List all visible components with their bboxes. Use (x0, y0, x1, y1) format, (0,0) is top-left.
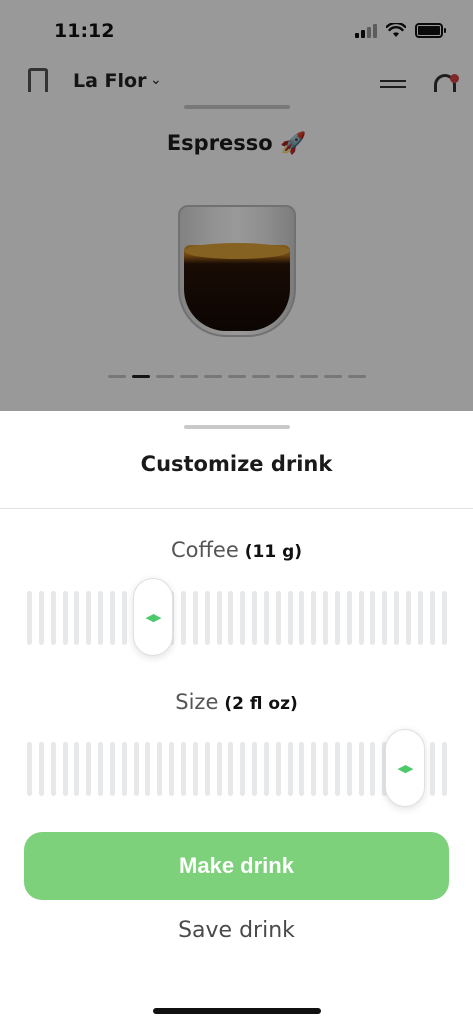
slider-tick (204, 742, 210, 796)
slider-tick (86, 591, 92, 645)
slider-tick (311, 591, 317, 645)
slider-tick (192, 742, 198, 796)
slider-tick (346, 591, 352, 645)
slider-tick (121, 742, 127, 796)
slider-arrows-icon: ◀▶ (145, 610, 162, 624)
slider-tick (311, 742, 317, 796)
slider-tick (145, 742, 151, 796)
slider-tick (429, 591, 435, 645)
slider-tick (109, 742, 115, 796)
slider-tick (240, 742, 246, 796)
slider-tick (263, 742, 269, 796)
slider-tick (38, 742, 44, 796)
slider-tick (287, 742, 293, 796)
slider-tick (252, 591, 258, 645)
slider-tick (441, 742, 447, 796)
slider-tick (216, 591, 222, 645)
slider-tick (334, 742, 340, 796)
slider-tick (417, 591, 423, 645)
slider-arrows-icon: ◀▶ (397, 761, 414, 775)
slider-tick (429, 742, 435, 796)
slider-tick (240, 591, 246, 645)
slider-tick (216, 742, 222, 796)
slider-tick (358, 742, 364, 796)
sheet-title: Customize drink (140, 452, 333, 476)
coffee-slider-track[interactable] (27, 591, 447, 645)
slider-tick (406, 591, 411, 645)
slider-tick (74, 591, 80, 645)
size-label-row: Size (2 fl oz) (0, 690, 473, 714)
slider-tick (109, 591, 115, 645)
slider-tick (62, 591, 68, 645)
slider-tick (27, 591, 32, 645)
slider-tick (394, 591, 400, 645)
slider-tick (252, 742, 258, 796)
slider-tick (157, 742, 163, 796)
slider-tick (275, 591, 281, 645)
slider-tick (86, 742, 92, 796)
slider-tick (180, 591, 186, 645)
slider-tick (74, 742, 80, 796)
slider-tick (299, 742, 305, 796)
slider-tick (50, 591, 56, 645)
slider-tick (275, 742, 281, 796)
size-slider[interactable]: ◀▶ (27, 729, 447, 807)
slider-tick (192, 591, 198, 645)
dim-overlay[interactable] (0, 0, 473, 411)
slider-tick (228, 591, 234, 645)
slider-tick (263, 591, 269, 645)
home-indicator (153, 1008, 321, 1014)
slider-tick (180, 742, 186, 796)
divider (0, 508, 473, 509)
slider-tick (98, 742, 104, 796)
coffee-value: (11 g) (244, 542, 303, 562)
slider-tick (121, 591, 127, 645)
slider-tick (169, 742, 175, 796)
coffee-label: Coffee (170, 538, 239, 562)
slider-tick (370, 591, 376, 645)
slider-tick (287, 591, 293, 645)
coffee-slider[interactable]: ◀▶ (27, 578, 447, 656)
slider-tick (299, 591, 305, 645)
make-drink-button[interactable]: Make drink (24, 832, 449, 900)
slider-tick (323, 591, 329, 645)
customize-sheet: Customize drink Coffee (11 g) ◀▶ Size (2 f… (0, 411, 473, 1024)
slider-tick (382, 591, 388, 645)
slider-tick (228, 742, 234, 796)
slider-tick (38, 591, 44, 645)
size-value: (2 fl oz) (224, 694, 298, 714)
sheet-grabber[interactable] (184, 425, 290, 429)
slider-tick (346, 742, 352, 796)
slider-tick (323, 742, 329, 796)
slider-tick (62, 742, 68, 796)
coffee-label-row: Coffee (11 g) (0, 538, 473, 562)
slider-tick (204, 591, 210, 645)
coffee-slider-thumb[interactable]: ◀▶ (133, 578, 173, 656)
slider-tick (27, 742, 32, 796)
slider-tick (133, 742, 139, 796)
slider-tick (334, 591, 340, 645)
slider-tick (358, 591, 364, 645)
slider-tick (50, 742, 56, 796)
slider-tick (370, 742, 376, 796)
slider-tick (98, 591, 104, 645)
slider-tick (441, 591, 447, 645)
size-label: Size (175, 690, 219, 714)
save-drink-button[interactable]: Save drink (0, 918, 473, 943)
size-slider-track[interactable] (27, 742, 447, 796)
size-slider-thumb[interactable]: ◀▶ (385, 729, 425, 807)
